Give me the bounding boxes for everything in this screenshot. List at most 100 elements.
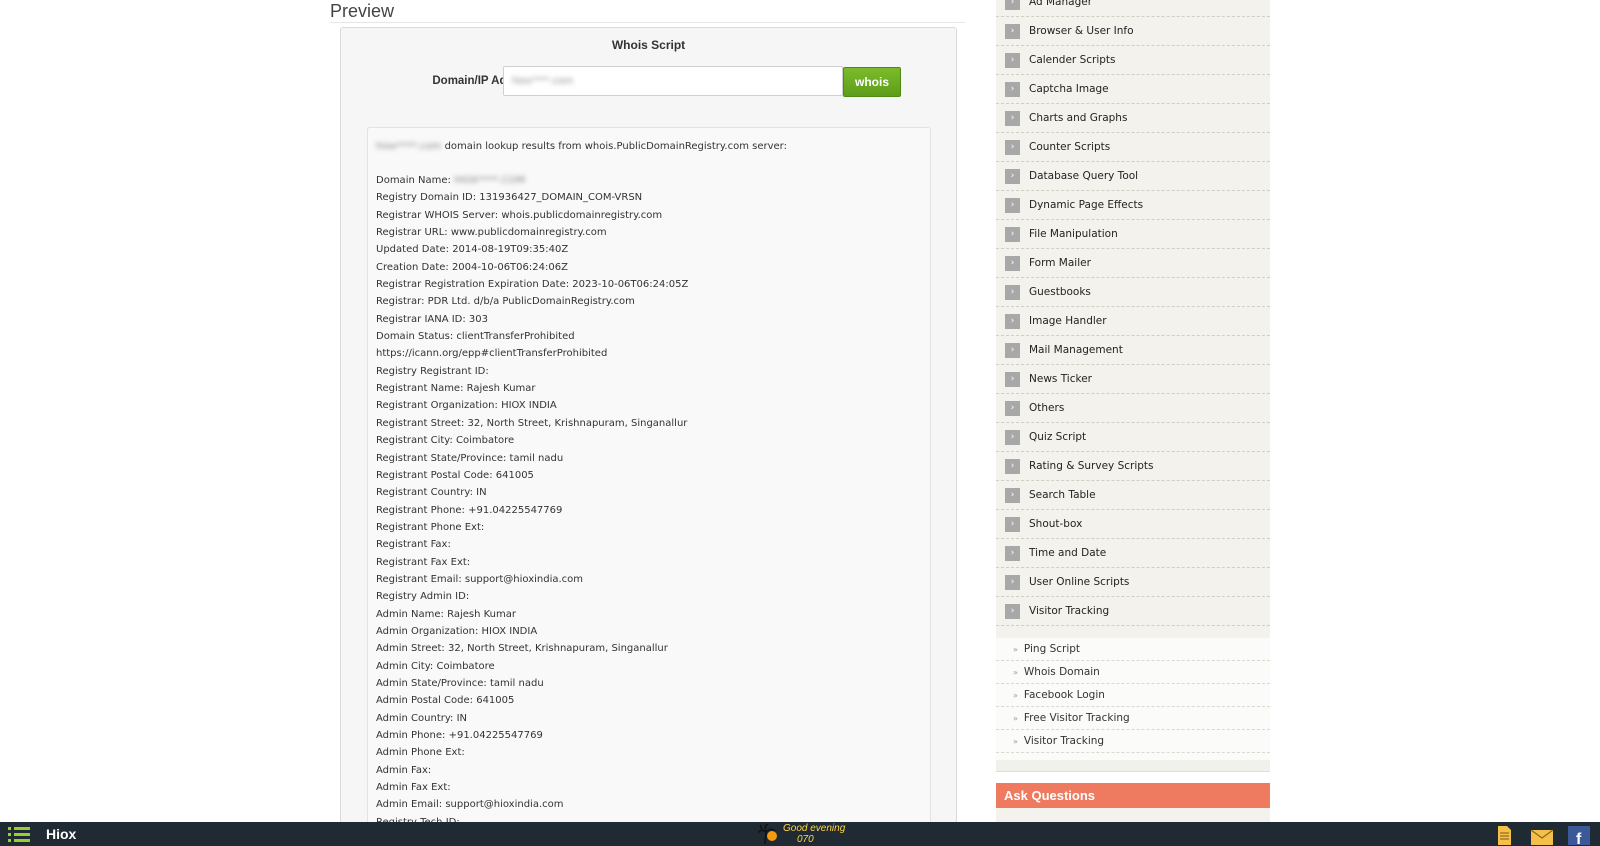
result-line: Registrar Registration Expiration Date: … [376,279,689,291]
sidebar-item-label: Counter Scripts [1029,141,1111,153]
facebook-icon[interactable]: f [1567,825,1591,845]
chevron-right-icon: › [1005,342,1020,358]
sidebar-item-label: Others [1029,402,1065,414]
sidebar-item-label: User Online Scripts [1029,576,1130,588]
chevron-right-icon: › [1005,400,1020,416]
sidebar-item-label: Search Table [1029,489,1096,501]
chevron-right-icon: › [1005,458,1020,474]
sidebar-item[interactable]: › Database Query Tool [996,162,1270,191]
greeting-text: Good evening [783,823,846,834]
result-line: Admin City: Coimbatore [376,660,495,672]
sidebar-item-label: Database Query Tool [1029,170,1139,182]
result-line: Registrant Street: 32, North Street, Kri… [376,417,688,429]
sidebar-item[interactable]: › Guestbooks [996,278,1270,307]
sidebar-item[interactable]: › Dynamic Page Effects [996,191,1270,220]
chevron-right-icon: › [1005,284,1020,300]
chevron-right-icon: › [1005,0,1020,10]
result-line: Admin Phone: +91.04225547769 [376,730,543,741]
chevron-right-icon: › [1005,603,1020,619]
sidebar-item-label: Guestbooks [1029,286,1091,298]
sidebar-item[interactable]: › Rating & Survey Scripts [996,452,1270,481]
sidebar-item-label: News Ticker [1029,373,1092,385]
result-line: Registry Domain ID: 131936427_DOMAIN_COM… [376,192,643,204]
result-line: Registrar URL: www.publicdomainregistry.… [376,227,607,239]
result-line: Registrant Organization: HIOX INDIA [376,400,557,412]
domain-name-value: HIOX****.COM [454,175,526,186]
sidebar-item[interactable]: › Time and Date [996,539,1270,568]
result-line: Registry Registrant ID: [376,365,489,377]
hamburger-menu-icon[interactable] [8,826,30,844]
bullet-icon: » [1013,713,1018,723]
result-line: https://icann.org/epp#clientTransferProh… [376,348,608,360]
domain-input[interactable]: hiox****.com [503,66,843,96]
sidebar-item[interactable]: › Browser & User Info [996,17,1270,46]
result-lines: Registry Domain ID: 131936427_DOMAIN_COM… [376,189,922,831]
result-line: Registrant Phone: +91.04225547769 [376,504,563,516]
mail-icon[interactable] [1530,825,1554,845]
sidebar-item[interactable]: › Image Handler [996,307,1270,336]
sidebar-item-label: Mail Management [1029,344,1123,356]
chevron-right-icon: › [1005,168,1020,184]
result-line: Creation Date: 2004-10-06T06:24:06Z [376,261,568,273]
result-line: Registrant Fax: [376,539,451,551]
sidebar-item[interactable]: › User Online Scripts [996,568,1270,597]
result-line: Registrant Fax Ext: [376,556,471,568]
sidebar-item-label: Form Mailer [1029,257,1091,269]
sub-item[interactable]: » Free Visitor Tracking [996,707,1270,730]
sub-item[interactable]: » Whois Domain [996,661,1270,684]
result-line: Domain Status: clientTransferProhibited [376,331,575,343]
sidebar-item[interactable]: › News Ticker [996,365,1270,394]
sidebar-item-label: Charts and Graphs [1029,112,1128,124]
whois-title: Whois Script [611,38,686,52]
sub-item-label: Facebook Login [1023,689,1105,701]
result-line-domain-name: Domain Name: HIOX****.COM [376,172,922,189]
result-line: Registrant Email: support@hioxindia.com [376,573,584,585]
ask-questions-header[interactable]: Ask Questions [996,783,1270,808]
svg-text:f: f [1576,831,1582,845]
sub-item[interactable]: » Facebook Login [996,684,1270,707]
sidebar-item-label: Browser & User Info [1029,25,1134,37]
sidebar-item[interactable]: › Form Mailer [996,249,1270,278]
sidebar-item[interactable]: › Visitor Tracking [996,597,1270,626]
sidebar-item[interactable]: › Captcha Image [996,75,1270,104]
preview-divider [330,22,965,23]
result-line: Registrant Country: IN [376,487,487,499]
sidebar-item-label: Ad Manager [1029,0,1093,8]
result-line: Admin Street: 32, North Street, Krishnap… [376,643,668,655]
whois-button[interactable]: whois [843,67,901,97]
chevron-right-icon: › [1005,313,1020,329]
sub-item[interactable]: » Ping Script [996,638,1270,661]
sidebar-item[interactable]: › Calender Scripts [996,46,1270,75]
sidebar-item-label: Shout-box [1029,518,1083,530]
sidebar-item[interactable]: › Counter Scripts [996,133,1270,162]
brand-name[interactable]: Hiox [46,826,76,842]
document-icon[interactable] [1492,825,1516,845]
results-intro-domain: hiox****.com [376,141,442,152]
result-line: Registrant City: Coimbatore [376,435,515,447]
sidebar: › Ad Manager › Browser & User Info › Calender… [996,0,1270,760]
sidebar-item[interactable]: › Charts and Graphs [996,104,1270,133]
chevron-right-icon: › [1005,255,1020,271]
sidebar-item[interactable]: › Mail Management [996,336,1270,365]
chevron-right-icon: › [1005,226,1020,242]
bullet-icon: » [1013,667,1018,677]
sub-item[interactable]: » Visitor Tracking [996,730,1270,753]
palm-tree-sun-icon [758,824,777,844]
ask-questions-body [996,808,1270,822]
sidebar-item[interactable]: › File Manipulation [996,220,1270,249]
sidebar-item[interactable]: › Quiz Script [996,423,1270,452]
result-line: Admin Name: Rajesh Kumar [376,608,516,620]
sidebar-footer [996,760,1270,772]
bullet-icon: » [1013,644,1018,654]
sidebar-item[interactable]: › Shout-box [996,510,1270,539]
sidebar-item[interactable]: › Others [996,394,1270,423]
result-line: Registrant Name: Rajesh Kumar [376,383,536,395]
sub-item-label: Whois Domain [1023,666,1100,678]
sidebar-item[interactable]: › Search Table [996,481,1270,510]
result-line: Registrant State/Province: tamil nadu [376,452,564,464]
sidebar-item-label: Image Handler [1029,315,1107,327]
result-line: Admin Fax: [376,764,432,776]
sidebar-item[interactable]: › Ad Manager [996,0,1270,17]
chevron-right-icon: › [1005,197,1020,213]
result-line: Admin Postal Code: 641005 [376,695,515,707]
